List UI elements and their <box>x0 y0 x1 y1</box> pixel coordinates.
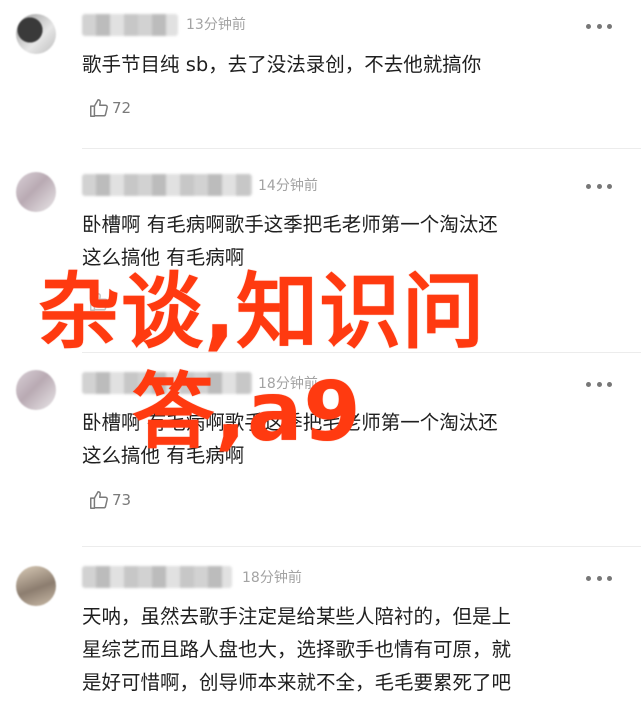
comment-time: 14分钟前 <box>258 178 318 194</box>
like-count: 73 <box>112 491 132 509</box>
divider <box>82 148 641 149</box>
username-blurred[interactable] <box>82 14 178 36</box>
thumbs-up-icon <box>88 489 110 511</box>
username-blurred[interactable] <box>82 174 252 196</box>
watermark-text-line-1: 杂谈,知识问 <box>38 265 486 360</box>
username-blurred[interactable] <box>82 566 232 588</box>
more-dots-icon[interactable] <box>586 21 612 31</box>
like-count: 72 <box>112 99 132 117</box>
avatar[interactable] <box>16 566 56 606</box>
more-dots-icon[interactable] <box>586 573 612 583</box>
comment-time: 13分钟前 <box>186 17 246 33</box>
comment-text: 天呐，虽然去歌手注定是给某些人陪衬的，但是上 星综艺而且路人盘也大，选择歌手也情… <box>82 605 512 694</box>
like-button[interactable]: 73 <box>88 488 131 512</box>
thumbs-up-icon <box>88 97 110 119</box>
watermark-text-line-2: 答,a9 <box>132 365 362 460</box>
avatar[interactable] <box>16 370 56 410</box>
avatar[interactable] <box>16 14 56 54</box>
like-button[interactable]: 72 <box>88 96 131 120</box>
comment-text: 歌手节目纯 sb，去了没法录创，不去他就搞你 <box>82 53 482 76</box>
divider <box>82 546 641 547</box>
more-dots-icon[interactable] <box>586 379 612 389</box>
more-dots-icon[interactable] <box>586 181 612 191</box>
avatar[interactable] <box>16 172 56 212</box>
comment-time: 18分钟前 <box>242 570 302 586</box>
